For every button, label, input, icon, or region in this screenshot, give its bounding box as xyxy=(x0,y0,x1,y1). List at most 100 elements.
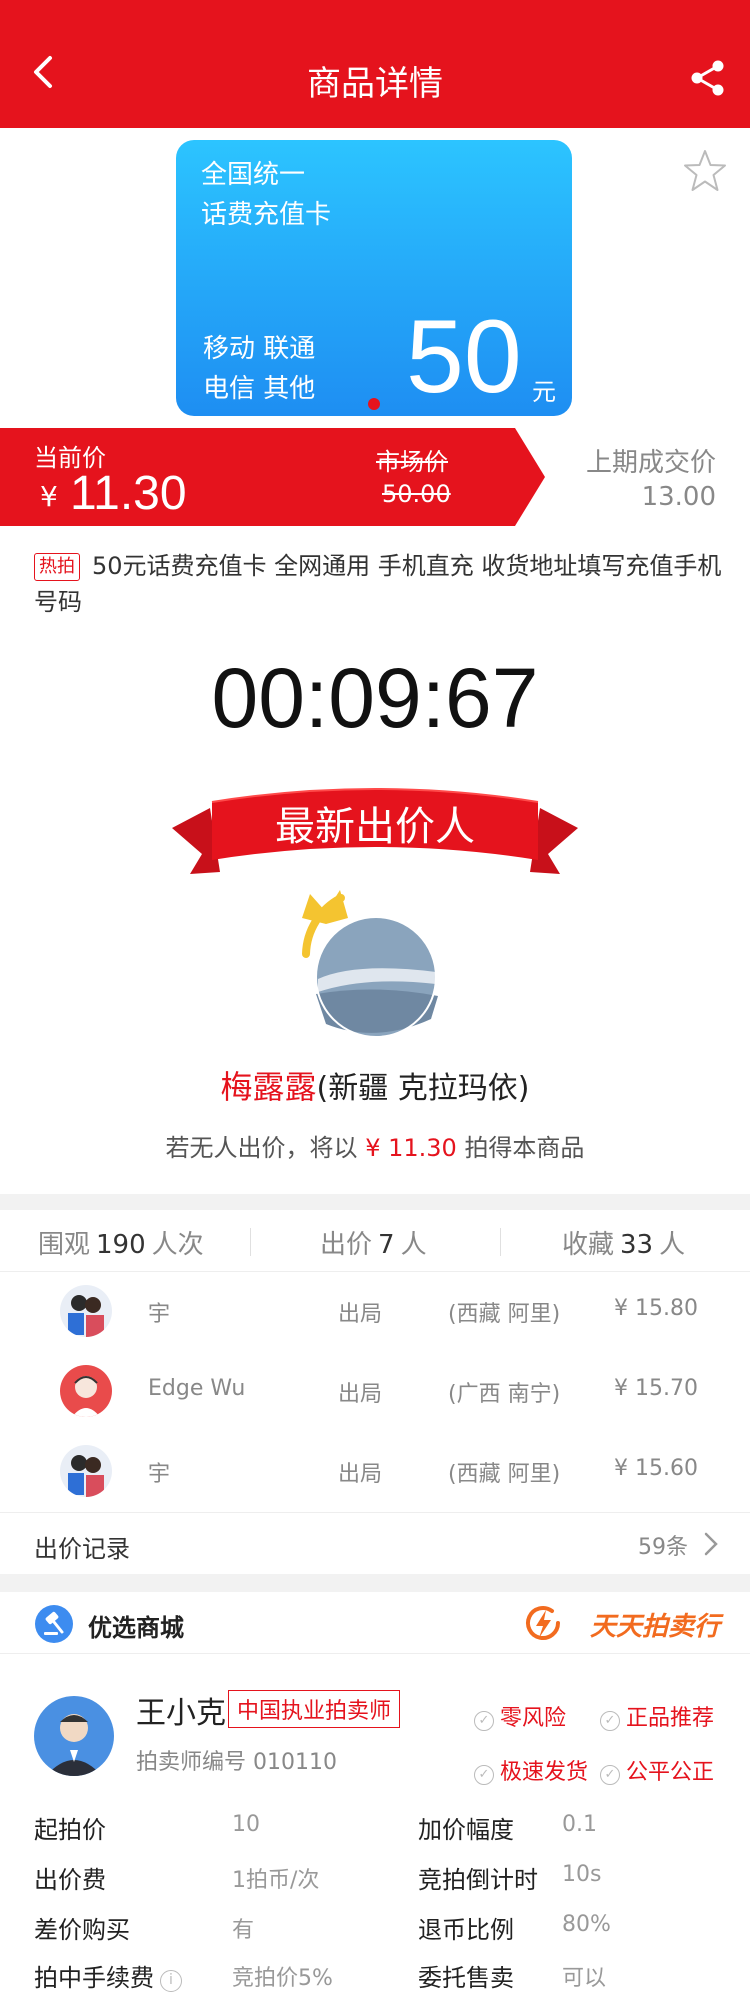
shop-bar[interactable]: 优选商城 天天拍卖行 xyxy=(0,1592,750,1654)
countdown-timer: 00:09:67 xyxy=(211,651,539,745)
guarantee-badge: ✓ 正品推荐 xyxy=(600,1700,714,1732)
auctioneer-section: 王小克 中国执业拍卖师 拍卖师编号 010110 ✓ 零风险 ✓ 正品推荐 ✓ 极速发… xyxy=(0,1654,750,1794)
auction-rule-row: 差价购买 有 退币比例 80% xyxy=(0,1910,750,1960)
bidder-avatar xyxy=(60,1365,112,1417)
brand-logo-icon xyxy=(526,1606,560,1640)
current-price-value: 11.30 xyxy=(70,467,187,520)
last-deal-price-label: 上期成交价 xyxy=(585,448,716,478)
bid-list-item: Edge Wu 出局 (广西 南宁) ¥ 15.70 xyxy=(0,1352,750,1432)
bidder-location: (广西 南宁) xyxy=(448,1382,561,1407)
auction-rule-row: 出价费 1拍币/次 竞拍倒计时 10s xyxy=(0,1860,750,1910)
watch-count-stat: 围观 190 人次 xyxy=(38,1224,204,1261)
auction-rule-row: 起拍价 10 加价幅度 0.1 xyxy=(0,1810,750,1860)
price-band: 当前价 ¥ 11.30 市场价 50.00 上期成交价 13.00 xyxy=(0,428,750,526)
latest-bidder-name: 梅露露(新疆 克拉玛依) xyxy=(0,1062,750,1108)
last-deal-price-value: 13.00 xyxy=(641,482,716,512)
auctioneer-number: 拍卖师编号 010110 xyxy=(136,1750,337,1775)
fav-unit: 人 xyxy=(659,1230,686,1260)
carousel-dot-indicator xyxy=(368,398,380,410)
badge-text: 零风险 xyxy=(500,1706,567,1731)
win-note-price: ¥ 11.30 xyxy=(365,1134,457,1162)
check-circle-icon: ✓ xyxy=(600,1711,620,1731)
auction-rule-row: 拍中手续费 i 竞拍价5% 委托售卖 可以 xyxy=(0,1958,750,2000)
watch-label: 围观 xyxy=(38,1230,91,1260)
bid-price: ¥ 15.70 xyxy=(614,1376,698,1401)
card-text-line1: 全国统一 xyxy=(201,160,306,190)
check-circle-icon: ✓ xyxy=(474,1711,494,1731)
badge-text: 正品推荐 xyxy=(626,1706,715,1731)
watch-unit: 人次 xyxy=(151,1230,204,1260)
bid-price: ¥ 15.60 xyxy=(614,1456,698,1481)
ribbon-text: 最新出价人 xyxy=(275,804,475,850)
increment-value: 0.1 xyxy=(562,1812,597,1837)
bid-record-link[interactable]: 出价记录 59条 xyxy=(0,1512,750,1574)
bid-label: 出价 xyxy=(320,1230,373,1260)
section-divider xyxy=(0,1574,750,1592)
card-amount: 50 xyxy=(406,299,522,415)
commission-label: 拍中手续费 i xyxy=(34,1958,182,1993)
bid-fee-value: 1拍币/次 xyxy=(232,1868,320,1893)
commission-value: 竞拍价5% xyxy=(232,1966,333,1991)
bidder-avatar xyxy=(60,1445,112,1497)
card-unit: 元 xyxy=(532,378,556,406)
latest-bidder-ribbon: 最新出价人 xyxy=(172,788,578,874)
auction-stats-bar: 围观 190 人次 出价 7 人 收藏 33 人 xyxy=(0,1210,750,1272)
share-icon[interactable] xyxy=(688,58,728,98)
increment-label: 加价幅度 xyxy=(418,1816,514,1844)
auctioneer-name: 王小克 xyxy=(136,1696,226,1731)
card-text-line2: 话费充值卡 xyxy=(201,200,332,230)
bidder-avatar xyxy=(60,1285,112,1337)
fav-count: 33 xyxy=(620,1230,654,1260)
refund-ratio-value: 80% xyxy=(562,1912,611,1937)
bidder-location: (新疆 克拉玛依) xyxy=(316,1071,530,1106)
product-description: 热拍 50元话费充值卡 全网通用 手机直充 收货地址填写充值手机号码 xyxy=(34,548,724,620)
bid-list-item: 宇 出局 (西藏 阿里) ¥ 15.60 xyxy=(0,1432,750,1512)
bidder-name: Edge Wu xyxy=(148,1376,246,1401)
fav-label: 收藏 xyxy=(562,1230,615,1260)
badge-text: 极速发货 xyxy=(500,1760,589,1785)
bid-list-item: 宇 出局 (西藏 阿里) ¥ 15.80 xyxy=(0,1272,750,1352)
bid-unit: 人 xyxy=(400,1230,427,1260)
market-price-value: 50.00 xyxy=(382,480,451,508)
bidder-name: 宇 xyxy=(148,1302,171,1327)
card-text-line3: 移动 联通 xyxy=(203,334,316,364)
bid-countdown-label: 竞拍倒计时 xyxy=(418,1866,538,1894)
bid-price: ¥ 15.80 xyxy=(614,1296,698,1321)
bidder-location: (西藏 阿里) xyxy=(448,1462,561,1487)
card-text-line4: 电信 其他 xyxy=(203,374,316,404)
bid-status: 出局 xyxy=(338,1462,383,1487)
fav-count-stat: 收藏 33 人 xyxy=(562,1224,685,1261)
gavel-icon xyxy=(35,1605,73,1643)
commission-label-text: 拍中手续费 xyxy=(34,1964,154,1992)
currency-symbol: ¥ xyxy=(40,480,58,513)
section-divider xyxy=(0,1194,750,1210)
chevron-right-icon xyxy=(704,1532,718,1556)
product-image-card: 全国统一 话费充值卡 移动 联通 电信 其他 50 元 xyxy=(176,140,572,416)
bid-status: 出局 xyxy=(338,1382,383,1407)
consign-label: 委托售卖 xyxy=(418,1964,514,1992)
start-price-value: 10 xyxy=(232,1812,260,1837)
page-title: 商品详情 xyxy=(307,64,443,104)
product-title-text: 50元话费充值卡 全网通用 手机直充 收货地址填写充值手机号码 xyxy=(34,552,722,616)
win-note-suffix: 拍得本商品 xyxy=(464,1134,585,1162)
market-price-label: 市场价 xyxy=(376,448,448,476)
favorite-star-icon[interactable] xyxy=(682,148,728,194)
shop-label: 优选商城 xyxy=(88,1614,184,1642)
badge-text: 公平公正 xyxy=(626,1760,715,1785)
auctioneer-license-tag: 中国执业拍卖师 xyxy=(228,1690,401,1728)
brand-name: 天天拍卖行 xyxy=(589,1612,720,1642)
guarantee-badge: ✓ 极速发货 xyxy=(474,1754,588,1786)
bid-countdown-value: 10s xyxy=(562,1862,602,1887)
diff-buy-value: 有 xyxy=(232,1918,255,1943)
check-circle-icon: ✓ xyxy=(600,1765,620,1785)
guarantee-badge: ✓ 公平公正 xyxy=(600,1754,714,1786)
latest-bidder-avatar xyxy=(302,890,438,1038)
auctioneer-photo xyxy=(34,1696,114,1776)
stat-separator xyxy=(500,1228,501,1256)
consign-value: 可以 xyxy=(562,1966,607,1991)
watch-count: 190 xyxy=(96,1230,146,1260)
info-icon[interactable]: i xyxy=(160,1970,182,1992)
bid-record-label: 出价记录 xyxy=(34,1535,130,1563)
bid-status: 出局 xyxy=(338,1302,383,1327)
bid-count-stat: 出价 7 人 xyxy=(320,1224,427,1261)
